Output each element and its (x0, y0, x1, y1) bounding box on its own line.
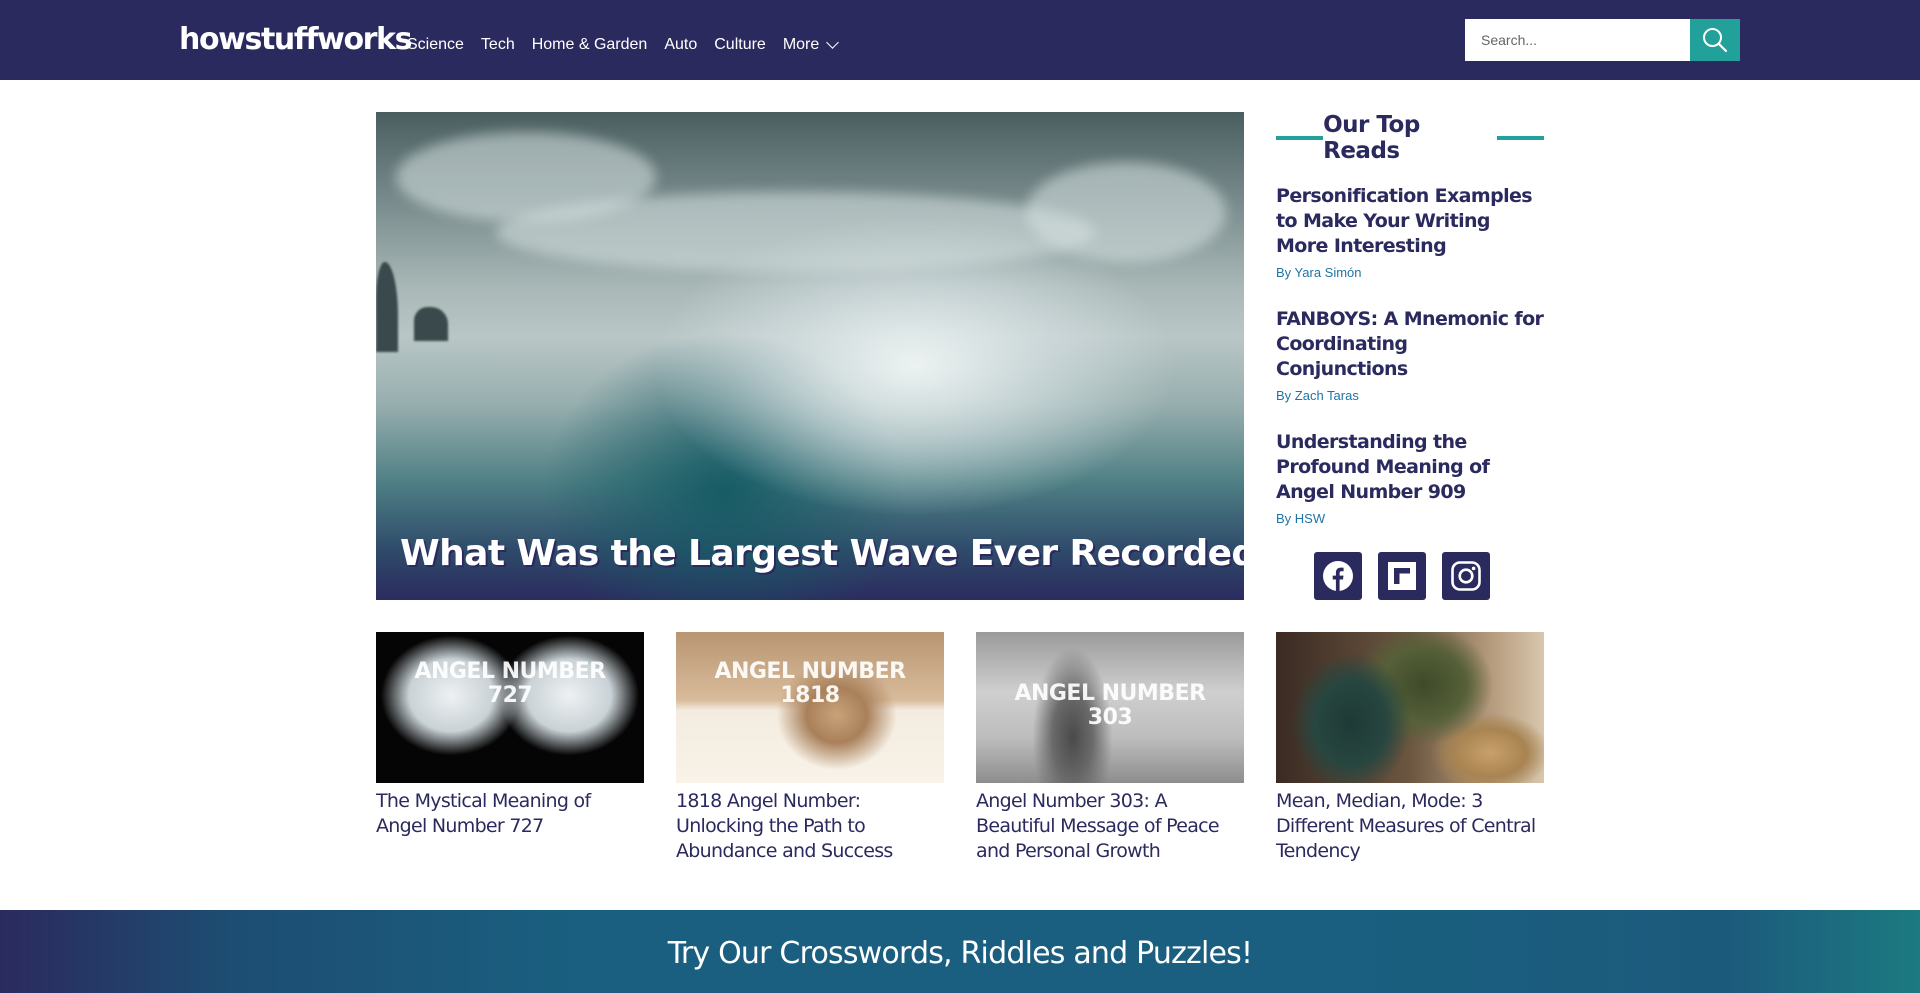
flipboard-link[interactable] (1378, 552, 1426, 600)
card-image-angel-statue[interactable]: ANGEL NUMBER 303 (976, 632, 1244, 783)
hero-image-cloud (496, 192, 1096, 272)
article-card[interactable]: ANGEL NUMBER 727 The Mystical Meaning of… (376, 632, 644, 839)
top-read-item[interactable]: Personification Examples to Make Your Wr… (1276, 184, 1544, 281)
top-read-item[interactable]: Understanding the Profound Meaning of An… (1276, 430, 1544, 527)
heading-divider-right (1496, 136, 1544, 140)
top-read-author[interactable]: By Yara Simón (1276, 265, 1544, 281)
card-image-caption: ANGEL NUMBER 1818 (676, 660, 944, 708)
search-icon (1703, 28, 1728, 53)
card-image-caption-line: 727 (487, 683, 533, 708)
site-header: howstuffworks Science Tech Home & Garden… (0, 0, 1920, 80)
nav-item-science[interactable]: Science (407, 33, 464, 57)
article-card[interactable]: Mean, Median, Mode: 3 Different Measures… (1276, 632, 1544, 864)
card-title[interactable]: Angel Number 303: A Beautiful Message of… (976, 789, 1244, 864)
facebook-icon (1323, 561, 1353, 591)
banner-text[interactable]: Try Our Crosswords, Riddles and Puzzles! (0, 936, 1920, 971)
card-image-cherub-statue[interactable]: ANGEL NUMBER 1818 (676, 632, 944, 783)
instagram-link[interactable] (1442, 552, 1490, 600)
top-read-title[interactable]: FANBOYS: A Mnemonic for Coordinating Con… (1276, 307, 1544, 382)
card-image-caption-line: ANGEL NUMBER (714, 659, 906, 684)
card-image-caption-line: 303 (1087, 705, 1133, 730)
chevron-down-icon (826, 35, 840, 49)
puzzles-banner[interactable]: Try Our Crosswords, Riddles and Puzzles! (0, 910, 1920, 993)
site-logo[interactable]: howstuffworks (179, 20, 412, 60)
top-read-title[interactable]: Personification Examples to Make Your Wr… (1276, 184, 1544, 259)
article-card[interactable]: ANGEL NUMBER 303 Angel Number 303: A Bea… (976, 632, 1244, 864)
card-image-caption: ANGEL NUMBER 303 (976, 682, 1244, 730)
top-reads-heading: Our Top Reads (1323, 112, 1420, 164)
nav-item-auto[interactable]: Auto (664, 33, 697, 57)
nav-item-tech[interactable]: Tech (481, 33, 515, 57)
hero-image-rock (414, 307, 448, 341)
card-image-caption-line: ANGEL NUMBER (414, 659, 606, 684)
top-read-title[interactable]: Understanding the Profound Meaning of An… (1276, 430, 1544, 505)
top-reads-sidebar: Our Top Reads Personification Examples t… (1276, 112, 1544, 527)
flipboard-icon (1388, 562, 1416, 590)
logo-text: howstuffworks (179, 22, 412, 57)
top-read-item[interactable]: FANBOYS: A Mnemonic for Coordinating Con… (1276, 307, 1544, 404)
hero-image-cloud (1026, 162, 1226, 262)
card-image-caption-line: ANGEL NUMBER (1014, 681, 1206, 706)
top-read-author[interactable]: By HSW (1276, 511, 1544, 527)
nav-item-more[interactable]: More (782, 33, 840, 57)
hero-title[interactable]: What Was the Largest Wave Ever Recorded? (400, 533, 1244, 574)
card-title[interactable]: The Mystical Meaning of Angel Number 727 (376, 789, 644, 839)
instagram-icon (1451, 561, 1481, 591)
article-card[interactable]: ANGEL NUMBER 1818 1818 Angel Number: Unl… (676, 632, 944, 864)
nav-item-culture[interactable]: Culture (714, 33, 766, 57)
more-label: More (782, 36, 820, 53)
search-input[interactable] (1465, 19, 1691, 61)
card-image-caption: ANGEL NUMBER 727 (376, 660, 644, 708)
nav-item-home-garden[interactable]: Home & Garden (532, 33, 648, 57)
hero-image-rock (376, 262, 398, 352)
card-title[interactable]: 1818 Angel Number: Unlocking the Path to… (676, 789, 944, 864)
top-reads-header: Our Top Reads (1276, 112, 1544, 164)
hero-article[interactable]: What Was the Largest Wave Ever Recorded? (376, 112, 1244, 600)
card-image-angel-wings[interactable]: ANGEL NUMBER 727 (376, 632, 644, 783)
card-image-students-studying[interactable] (1276, 632, 1544, 783)
card-image-caption-line: 1818 (780, 683, 840, 708)
search-button[interactable] (1690, 19, 1740, 61)
facebook-link[interactable] (1314, 552, 1362, 600)
top-read-author[interactable]: By Zach Taras (1276, 388, 1544, 404)
card-title[interactable]: Mean, Median, Mode: 3 Different Measures… (1276, 789, 1544, 864)
heading-divider-left (1276, 136, 1324, 140)
main-nav: Science Tech Home & Garden Auto Culture … (407, 33, 854, 57)
social-links (1314, 552, 1490, 600)
